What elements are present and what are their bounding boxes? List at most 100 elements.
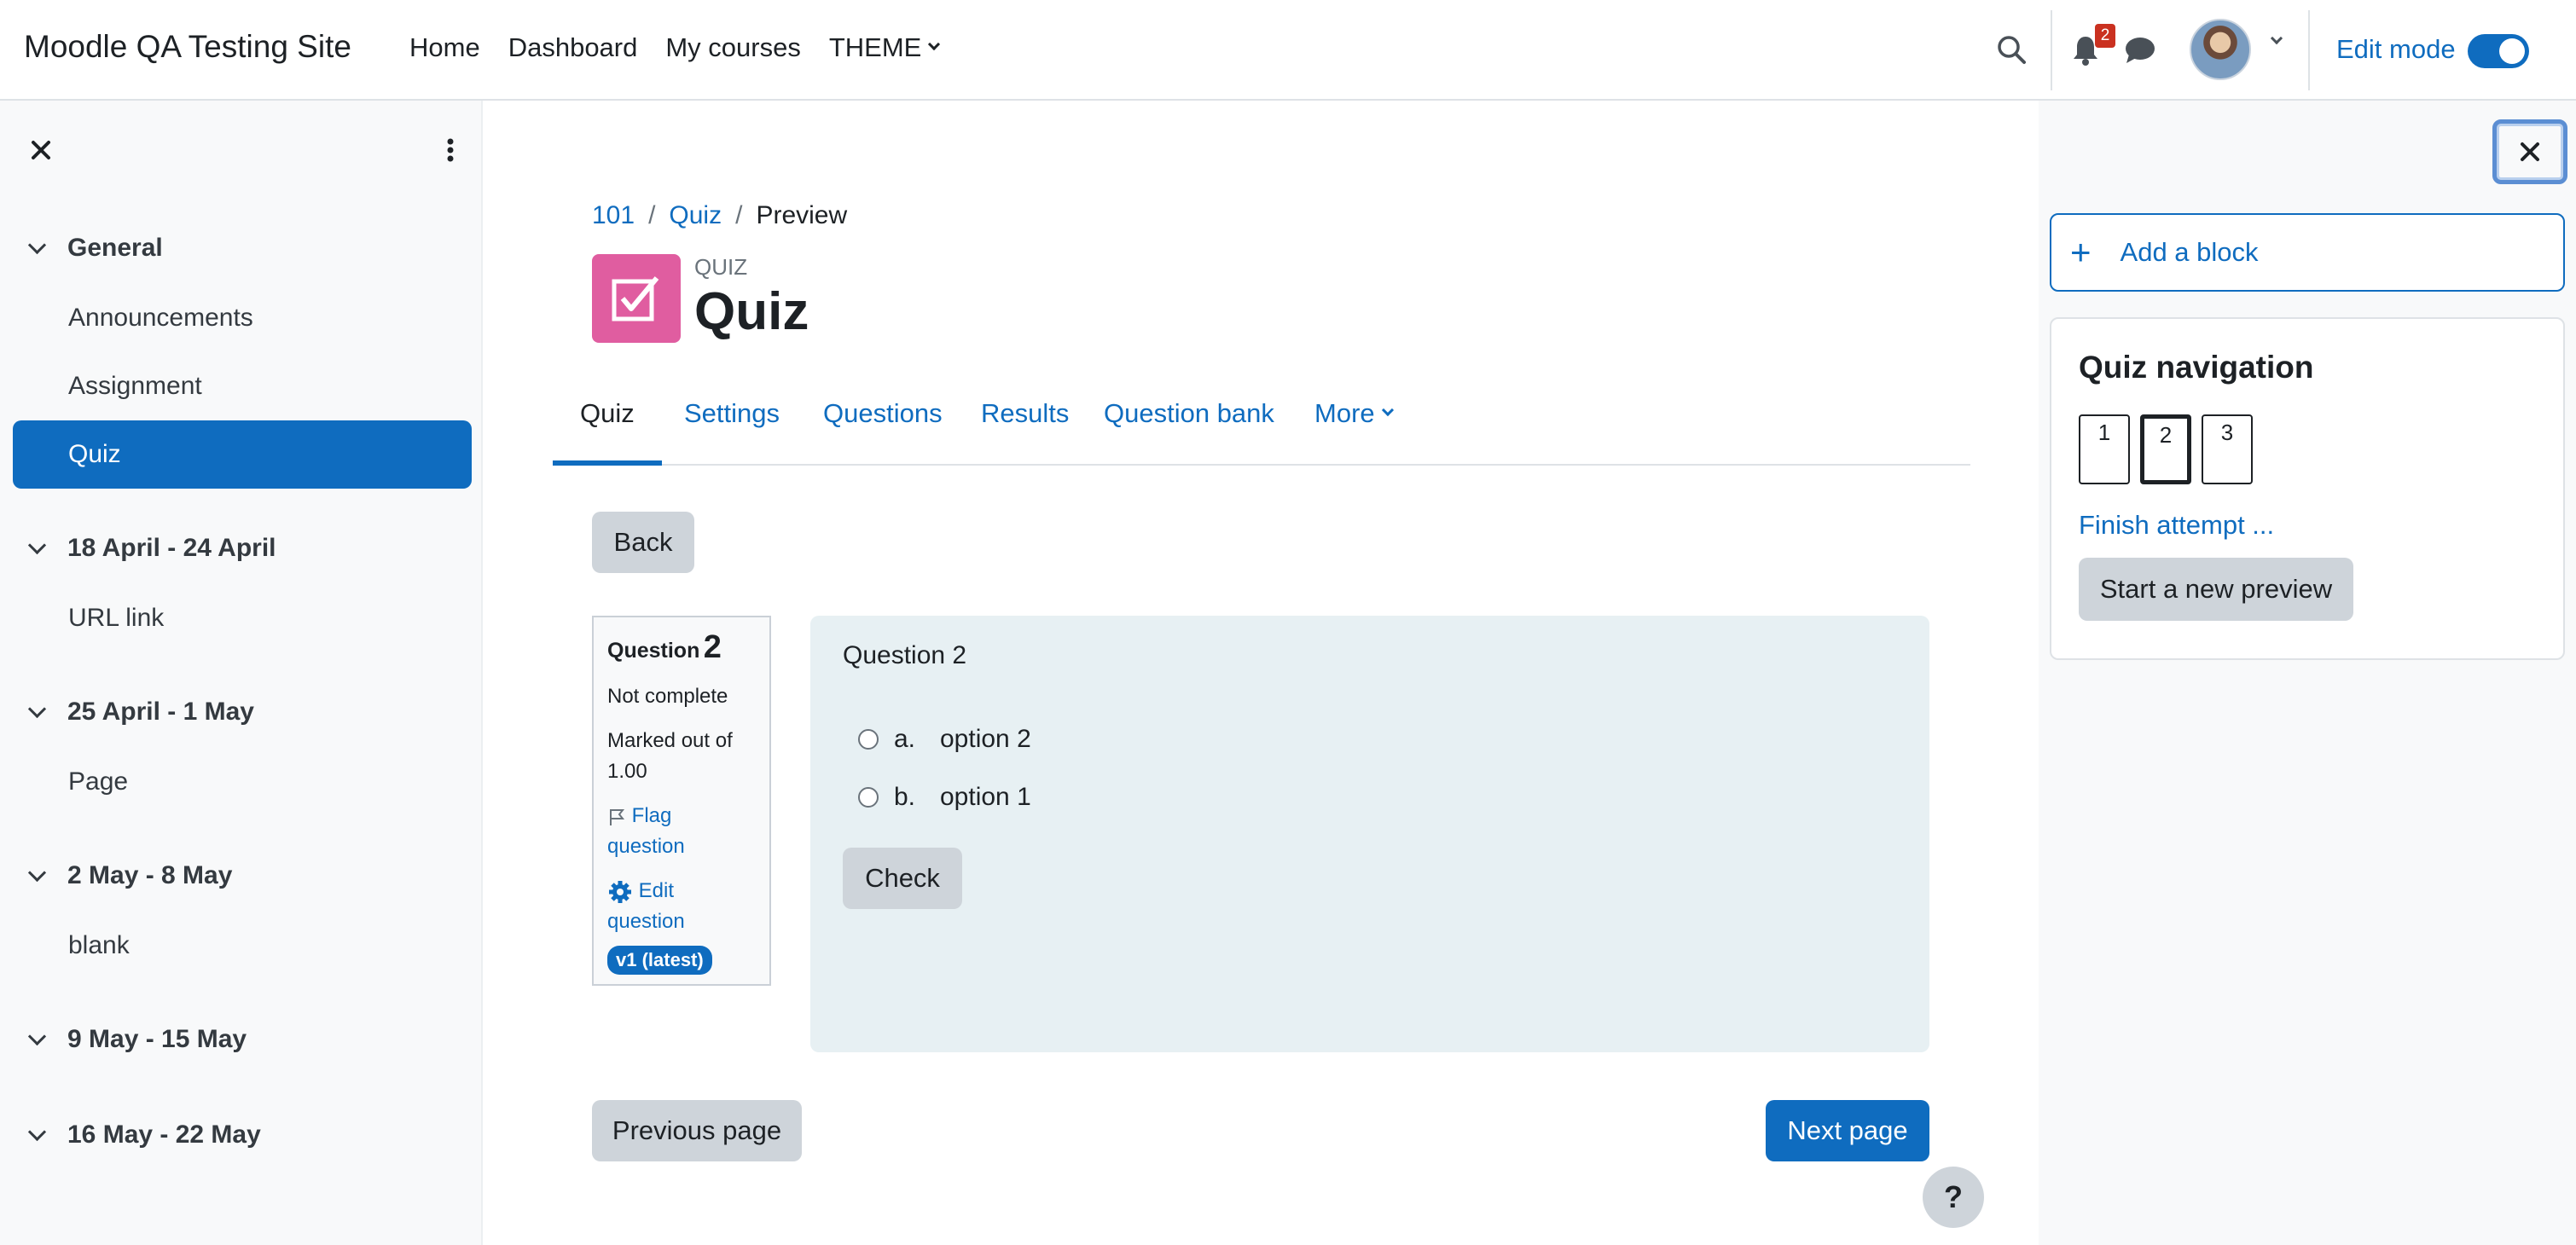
flag-question-link[interactable]: Flag question — [607, 801, 756, 862]
section-16-may[interactable]: 16 May - 22 May — [27, 1120, 261, 1149]
help-button[interactable]: ? — [1923, 1167, 1984, 1228]
close-block-drawer-button[interactable] — [2492, 119, 2567, 184]
tab-settings[interactable]: Settings — [657, 392, 807, 466]
section-title: 25 April - 1 May — [67, 698, 254, 726]
breadcrumb-current: Preview — [756, 201, 848, 229]
nav-dashboard-link[interactable]: Dashboard — [508, 32, 638, 63]
quiz-navigation-block: Quiz navigation 1 2 3 Finish attempt ...… — [2050, 317, 2565, 660]
breadcrumb-course-link[interactable]: 101 — [592, 201, 635, 230]
primary-navigation: Home Dashboard My courses THEME — [409, 32, 966, 63]
version-badge: v1 (latest) — [607, 946, 712, 975]
quiz-checkbox-icon — [592, 254, 681, 343]
section-title: 9 May - 15 May — [67, 1025, 247, 1053]
add-block-button[interactable]: + Add a block — [2050, 213, 2565, 292]
notification-count-badge: 2 — [2095, 24, 2115, 48]
course-index-item-page[interactable]: Page — [68, 767, 128, 796]
user-avatar[interactable] — [2190, 19, 2251, 80]
section-title: 18 April - 24 April — [67, 534, 276, 562]
chevron-down-icon — [27, 699, 47, 718]
breadcrumb-quiz-link[interactable]: Quiz — [669, 201, 722, 230]
course-index-drawer: General Announcements Assignment Quiz 18… — [0, 101, 483, 1245]
finish-attempt-link[interactable]: Finish attempt ... — [2079, 510, 2274, 541]
course-index-item-quiz[interactable]: Quiz — [13, 420, 472, 489]
answer-letter: a. — [894, 725, 916, 753]
course-index-item-announcements[interactable]: Announcements — [68, 304, 253, 333]
question-info-panel: Question 2 Not complete Marked out of 1.… — [592, 616, 771, 986]
answer-radio[interactable] — [858, 787, 879, 808]
question-number: 2 — [703, 629, 722, 665]
chat-bubble-icon[interactable] — [2124, 36, 2156, 65]
page-title: Quiz — [694, 282, 809, 341]
question-grade-value: 1.00 — [607, 760, 647, 783]
answer-option[interactable]: b. option 1 — [858, 783, 1031, 812]
question-number-label: Question — [607, 639, 700, 663]
close-icon — [2521, 142, 2539, 161]
chevron-down-icon — [27, 863, 47, 882]
section-title: 2 May - 8 May — [67, 861, 233, 889]
edit-mode-label: Edit mode — [2336, 34, 2456, 64]
previous-page-button[interactable]: Previous page — [592, 1100, 802, 1161]
navbar-divider — [2308, 10, 2310, 90]
question-grade-label: Marked out of — [607, 729, 733, 752]
section-18-april[interactable]: 18 April - 24 April — [27, 534, 276, 563]
chevron-down-icon — [27, 1122, 47, 1141]
section-9-may[interactable]: 9 May - 15 May — [27, 1025, 247, 1054]
search-icon[interactable] — [1996, 34, 2027, 65]
answer-letter: b. — [894, 783, 916, 811]
course-index-item-url-link[interactable]: URL link — [68, 604, 164, 633]
section-title: 16 May - 22 May — [67, 1120, 261, 1149]
quiz-nav-question-1[interactable]: 1 — [2079, 414, 2130, 484]
toggle-knob — [2499, 38, 2525, 64]
answer-option[interactable]: a. option 2 — [858, 725, 1031, 754]
close-icon[interactable] — [26, 135, 56, 165]
breadcrumb: 101 / Quiz / Preview — [592, 201, 847, 230]
section-2-may[interactable]: 2 May - 8 May — [27, 861, 233, 890]
top-navbar: Moodle QA Testing Site Home Dashboard My… — [0, 0, 2576, 101]
nav-theme-menu[interactable]: THEME — [828, 32, 941, 63]
breadcrumb-separator: / — [735, 201, 743, 229]
tab-more[interactable]: More — [1287, 392, 1419, 466]
next-page-button[interactable]: Next page — [1766, 1100, 1929, 1161]
course-index-item-assignment[interactable]: Assignment — [68, 372, 202, 401]
chevron-down-icon — [27, 235, 47, 254]
course-index-item-blank[interactable]: blank — [68, 931, 130, 960]
tab-questions[interactable]: Questions — [796, 392, 970, 466]
quiz-nav-question-2[interactable]: 2 — [2140, 414, 2191, 484]
quiz-nav-question-3[interactable]: 3 — [2202, 414, 2253, 484]
edit-mode-toggle[interactable] — [2468, 34, 2529, 68]
module-type-label: QUIZ — [694, 254, 748, 280]
check-button[interactable]: Check — [843, 848, 962, 909]
nav-my-courses-link[interactable]: My courses — [665, 32, 800, 63]
section-general[interactable]: General — [27, 234, 163, 263]
more-vertical-icon[interactable] — [442, 135, 459, 165]
question-content: Question 2 a. option 2 b. option 1 Check — [810, 616, 1929, 1052]
answer-radio[interactable] — [858, 729, 879, 750]
tab-question-bank[interactable]: Question bank — [1076, 392, 1302, 466]
chevron-down-icon — [928, 38, 941, 51]
tab-results[interactable]: Results — [954, 392, 1096, 466]
start-new-preview-button[interactable]: Start a new preview — [2079, 558, 2353, 621]
question-text: Question 2 — [843, 641, 967, 669]
breadcrumb-separator: / — [648, 201, 656, 229]
chevron-down-icon — [27, 536, 47, 554]
answer-text: option 2 — [940, 725, 1031, 753]
section-25-april[interactable]: 25 April - 1 May — [27, 698, 254, 727]
navbar-divider — [2051, 10, 2052, 90]
user-menu-chevron-down-icon[interactable] — [2270, 32, 2283, 45]
answer-text: option 1 — [940, 783, 1031, 811]
secondary-navigation: Quiz Settings Questions Results Question… — [553, 392, 1970, 466]
tab-quiz[interactable]: Quiz — [553, 392, 662, 466]
tab-more-label: More — [1314, 398, 1375, 428]
section-title: General — [67, 234, 163, 262]
flag-icon — [610, 808, 625, 825]
back-button[interactable]: Back — [592, 512, 694, 573]
chevron-down-icon — [1381, 403, 1394, 417]
gear-icon — [609, 880, 631, 903]
site-name[interactable]: Moodle QA Testing Site — [24, 29, 351, 65]
nav-home-link[interactable]: Home — [409, 32, 480, 63]
question-state: Not complete — [607, 685, 728, 708]
plus-icon: + — [2070, 232, 2092, 272]
nav-theme-label: THEME — [828, 32, 922, 62]
edit-question-link[interactable]: Edit question — [607, 876, 756, 937]
chevron-down-icon — [27, 1027, 47, 1045]
